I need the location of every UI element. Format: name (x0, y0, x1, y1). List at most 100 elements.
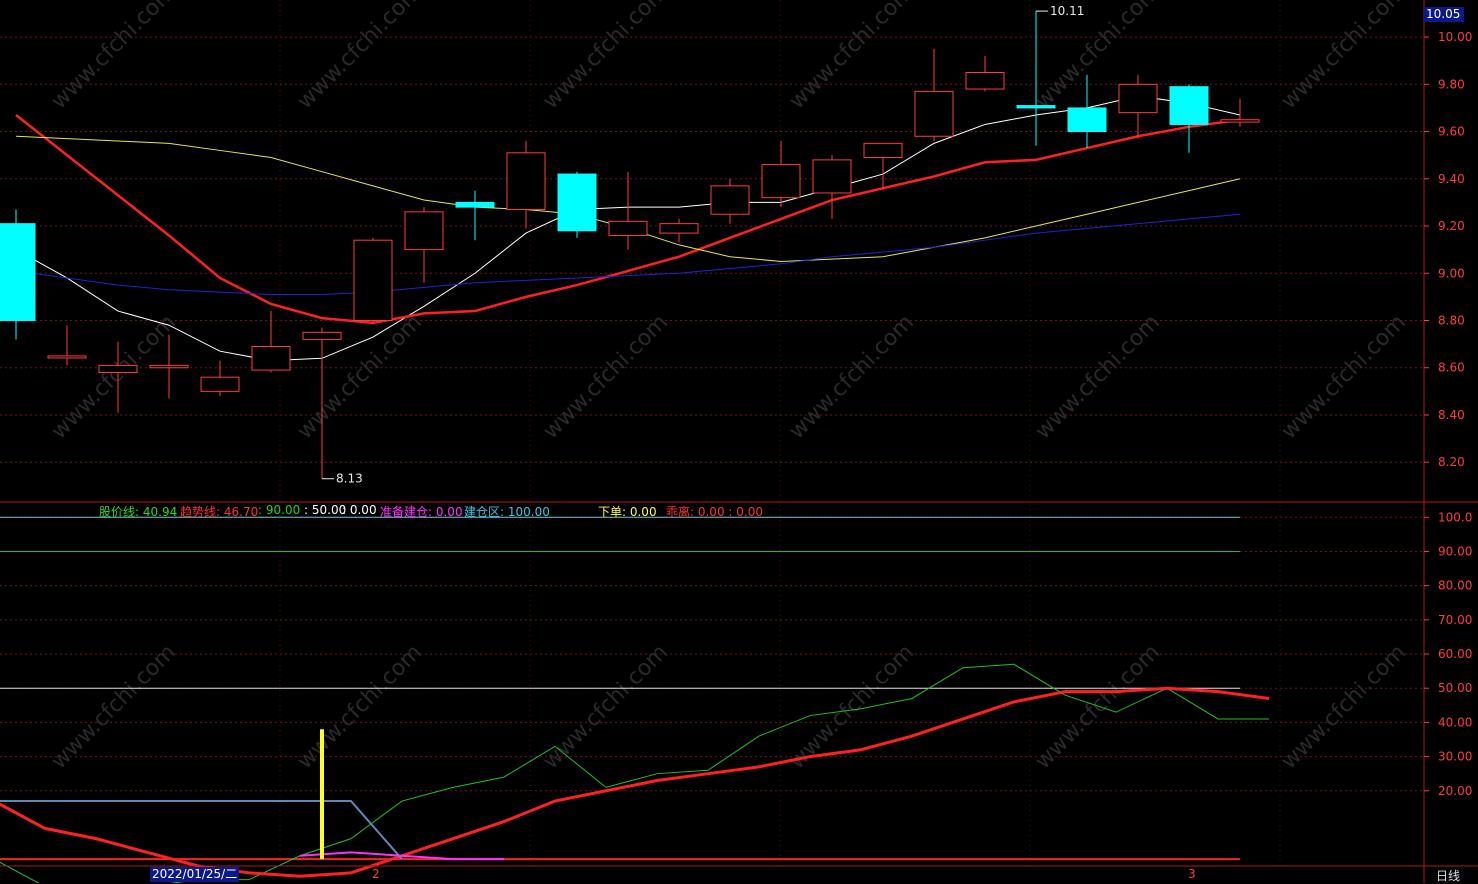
price-tick-label: 10.00 (1438, 30, 1472, 44)
price-tick-label: 8.20 (1438, 455, 1465, 469)
candle-body (200, 376, 240, 392)
candle-body (1067, 107, 1107, 133)
price-tick-label: 9.60 (1438, 125, 1465, 139)
candle (353, 237, 393, 323)
legend-item: 建仓区: 100.00 (464, 505, 550, 519)
watermark-text: www.cfchi.com (1031, 640, 1165, 774)
osc-tick-label: 90.00 (1438, 544, 1472, 558)
candle (659, 218, 699, 243)
candle (455, 190, 495, 241)
osc-tick-label: 40.00 (1438, 715, 1472, 729)
watermark-text: www.cfchi.com (539, 310, 673, 444)
candle (812, 155, 852, 219)
price-tick-label: 8.80 (1438, 313, 1465, 327)
candle (200, 360, 240, 397)
price-tick-label: 9.20 (1438, 219, 1465, 233)
candle-body (455, 201, 495, 208)
candle (1169, 84, 1209, 153)
candle (1118, 74, 1158, 139)
candle-body (710, 185, 750, 215)
legend-item: 趋势线: 46.70 (180, 505, 259, 519)
candle-body (0, 223, 36, 321)
watermark-text: www.cfchi.com (539, 640, 673, 774)
candle (965, 55, 1005, 92)
watermark-text: www.cfchi.com (293, 0, 427, 114)
grid-lines (0, 0, 1424, 866)
candle-body (353, 239, 393, 321)
candle-body (761, 164, 801, 199)
current-price-badge: 10.05 (1424, 7, 1464, 22)
candle (710, 178, 750, 224)
price-tick-label: 8.60 (1438, 361, 1465, 375)
watermark-text: www.cfchi.com (1031, 310, 1165, 444)
stock-chart[interactable]: www.cfchi.com www.cfchi.com www.cfchi.com w… (0, 0, 1478, 883)
watermark-text: www.cfchi.com (1277, 0, 1411, 114)
candle (557, 171, 597, 238)
watermark-text: www.cfchi.com (539, 0, 673, 114)
legend-item: : 50.00 (304, 503, 347, 517)
osc-series-line (0, 663, 1269, 883)
legend-item: 准备建仓: 0.00 (380, 505, 463, 519)
candle (506, 140, 546, 229)
crosshair-date: 2022/01/25/二 (150, 867, 240, 882)
candle-body (98, 364, 138, 373)
candle (0, 209, 36, 340)
candle-body (1118, 83, 1158, 114)
osc-tick-label: 100.0 (1438, 510, 1472, 524)
watermark-text: www.cfchi.com (293, 310, 427, 444)
high-price-label: 10.11 (1050, 4, 1084, 18)
candle-body (863, 142, 903, 159)
candle-body (557, 173, 597, 232)
candle (1220, 98, 1260, 127)
osc-tick-label: 70.00 (1438, 613, 1472, 627)
watermark-text: www.cfchi.com (293, 640, 427, 774)
watermark-text: www.cfchi.com (785, 640, 919, 774)
candle-body (149, 364, 189, 369)
candle (608, 171, 648, 250)
oscillator-lines (0, 516, 1270, 883)
legend-item: 乖离: 0.00 : 0.00 (666, 505, 763, 519)
legend-item: : 0.00 (342, 503, 377, 517)
osc-tick-label: 50.00 (1438, 681, 1472, 695)
candle-body (404, 211, 444, 251)
osc-tick-label: 80.00 (1438, 579, 1472, 593)
price-tick-label: 9.80 (1438, 77, 1465, 91)
price-tick-label: 8.40 (1438, 408, 1465, 422)
candle-body (506, 152, 546, 210)
candle-body (302, 331, 342, 340)
watermark-text: www.cfchi.com (785, 310, 919, 444)
candle (47, 325, 87, 366)
price-tick-label: 9.00 (1438, 266, 1465, 280)
osc-tick-label: 30.00 (1438, 750, 1472, 764)
price-tick-label: 9.40 (1438, 172, 1465, 186)
period-selector[interactable]: 日线 (1436, 867, 1460, 884)
osc-tick-label: 60.00 (1438, 647, 1472, 661)
candle-body (659, 223, 699, 234)
candle (404, 207, 444, 283)
x-tick-month-3: 3 (1188, 867, 1196, 881)
legend-item: 下单: 0.00 (598, 505, 657, 519)
osc-tick-label: 20.00 (1438, 784, 1472, 798)
watermark-text: www.cfchi.com (785, 0, 919, 114)
watermark-text: www.cfchi.com (47, 0, 181, 114)
x-tick-month-2: 2 (372, 867, 380, 881)
candle-body (47, 355, 87, 359)
price-axes: 10.00 9.80 9.60 9.40 9.20 9.00 8.80 8.60 8.40 8.2… (0, 0, 1478, 883)
candle-body (965, 71, 1005, 90)
candle-body (251, 345, 291, 371)
legend-item: 股价线: 40.94 (99, 505, 178, 519)
watermark-text: www.cfchi.com (1277, 640, 1411, 774)
candle-body (914, 90, 954, 137)
candle-body (1220, 119, 1260, 123)
candle-body (812, 159, 852, 194)
candle-body (1169, 86, 1209, 125)
candle (761, 140, 801, 208)
candle (251, 311, 291, 373)
legend-item: : 90.00 (258, 503, 301, 517)
candle (914, 48, 954, 141)
low-price-label: 8.13 (336, 472, 363, 486)
watermark-text: www.cfchi.com (47, 640, 181, 774)
watermark-text: www.cfchi.com (1277, 310, 1411, 444)
candle-body (1016, 105, 1056, 109)
candle-body (608, 220, 648, 236)
